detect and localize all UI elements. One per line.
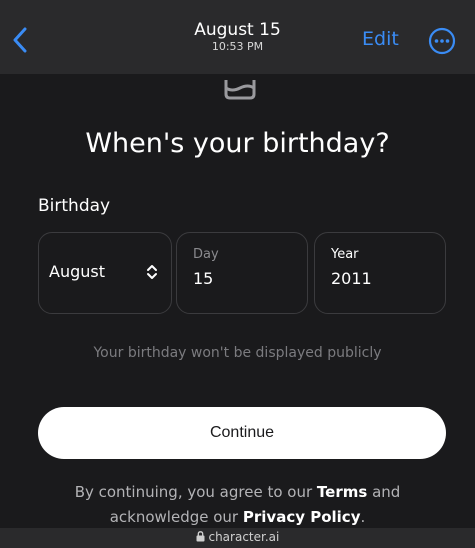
day-field[interactable]: Day 15 bbox=[176, 232, 308, 314]
day-value: 15 bbox=[193, 269, 214, 288]
legal-end: . bbox=[360, 508, 366, 526]
birthday-label: Birthday bbox=[38, 196, 111, 216]
year-value: 2011 bbox=[331, 269, 372, 288]
day-label: Day bbox=[193, 247, 219, 262]
cake-icon bbox=[224, 80, 256, 100]
month-select[interactable]: August bbox=[38, 232, 172, 314]
updown-chevron-icon bbox=[147, 265, 157, 279]
edit-button[interactable]: Edit bbox=[362, 28, 399, 50]
privacy-notice: Your birthday won't be displayed publicl… bbox=[93, 345, 382, 361]
lock-icon bbox=[196, 531, 205, 542]
url-bar[interactable]: character.ai bbox=[0, 528, 475, 548]
more-circle-icon bbox=[428, 27, 456, 55]
url-text: character.ai bbox=[208, 530, 280, 544]
year-field[interactable]: Year 2011 bbox=[314, 232, 446, 314]
legal-and: and bbox=[372, 483, 401, 501]
more-button[interactable] bbox=[428, 27, 456, 55]
legal-text: By continuing, you agree to our Terms an… bbox=[0, 480, 475, 530]
terms-link[interactable]: Terms bbox=[317, 483, 367, 501]
nav-title: August 15 bbox=[194, 20, 281, 40]
continue-button[interactable]: Continue bbox=[38, 407, 446, 459]
legal-prefix: By continuing, you agree to our bbox=[74, 483, 313, 501]
nav-title-group: August 15 10:53 PM bbox=[0, 20, 475, 54]
legal-ack: acknowledge our bbox=[109, 508, 239, 526]
nav-subtitle: 10:53 PM bbox=[211, 40, 264, 53]
year-label: Year bbox=[331, 247, 359, 262]
privacy-policy-link[interactable]: Privacy Policy bbox=[243, 508, 361, 526]
navigation-bar: August 15 10:53 PM Edit bbox=[0, 0, 475, 74]
page-heading: When's your birthday? bbox=[85, 128, 390, 159]
month-value: August bbox=[49, 262, 105, 281]
